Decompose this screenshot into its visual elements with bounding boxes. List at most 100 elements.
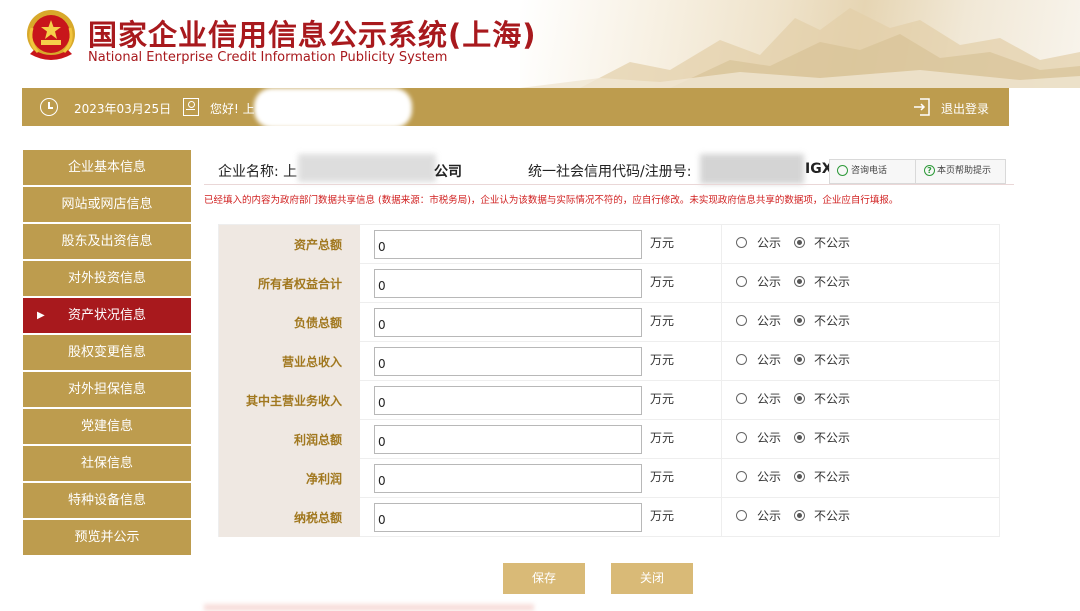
divider <box>721 225 722 264</box>
consult-phone-button[interactable]: 咨询电话 <box>830 160 916 183</box>
form-row: 其中主营业务收入 0 万元 公示 不公示 <box>219 381 999 420</box>
field-label: 利润总额 <box>219 420 360 459</box>
public-radio[interactable] <box>736 432 747 443</box>
public-label: 公示 <box>757 431 782 445</box>
unit-label: 万元 <box>650 314 675 328</box>
amount-input[interactable]: 0 <box>374 230 642 259</box>
not-public-radio[interactable] <box>794 315 805 326</box>
not-public-label: 不公示 <box>814 353 851 367</box>
not-public-label: 不公示 <box>814 470 851 484</box>
national-emblem-icon <box>24 8 78 66</box>
public-radio[interactable] <box>736 510 747 521</box>
public-radio[interactable] <box>736 471 747 482</box>
not-public-radio[interactable] <box>794 237 805 248</box>
amount-input[interactable]: 0 <box>374 347 642 376</box>
mountain-banner <box>520 0 1080 88</box>
page-help-button[interactable]: ? 本页帮助提示 <box>917 160 1005 183</box>
sidebar-item[interactable]: 股权变更信息 <box>23 335 191 370</box>
sidebar-item-label: 社保信息 <box>80 456 133 471</box>
not-public-radio[interactable] <box>794 354 805 365</box>
sidebar-item[interactable]: 社保信息 <box>23 446 191 481</box>
public-label: 公示 <box>757 353 782 367</box>
top-bar: 2023年03月25日 您好! 上 退出登录 <box>22 88 1009 128</box>
sidebar-item-label: 预览并公示 <box>74 530 140 545</box>
sidebar-item[interactable]: 网站或网店信息 <box>23 187 191 222</box>
public-label: 公示 <box>757 470 782 484</box>
sidebar-item-label: 股权变更信息 <box>67 345 146 360</box>
form-row: 营业总收入 0 万元 公示 不公示 <box>219 342 999 381</box>
public-label: 公示 <box>757 392 782 406</box>
credit-code-suffix: IGX\ <box>805 161 829 177</box>
sidebar-item[interactable]: 特种设备信息 <box>23 483 191 518</box>
site-title: 国家企业信用信息公示系统(上海) <box>88 18 537 52</box>
public-label: 公示 <box>757 314 782 328</box>
public-radio[interactable] <box>736 315 747 326</box>
sidebar-item-label: 党建信息 <box>80 419 133 434</box>
asset-form-table: 资产总额 0 万元 公示 不公示 所有者权益合计 0 万元 公示 不公示 负债总额 0 万元 公示 不公示营… <box>218 224 1000 537</box>
logout-icon[interactable] <box>912 97 932 117</box>
not-public-radio[interactable] <box>794 393 805 404</box>
field-label: 所有者权益合计 <box>219 264 360 303</box>
data-source-notice: 已经填入的内容为政府部门数据共享信息 (数据来源：市税务局)，企业认为该数据与实… <box>204 195 899 206</box>
sidebar-item[interactable]: 企业基本信息 <box>23 150 191 185</box>
field-label: 资产总额 <box>219 225 360 264</box>
not-public-label: 不公示 <box>814 509 851 523</box>
sidebar-item[interactable]: 对外投资信息 <box>23 261 191 296</box>
field-label: 营业总收入 <box>219 342 360 381</box>
logout-link[interactable]: 退出登录 <box>941 100 989 117</box>
sidebar-item[interactable]: 预览并公示 <box>23 520 191 555</box>
form-row: 纳税总额 0 万元 公示 不公示 <box>219 498 999 537</box>
close-button[interactable]: 关闭 <box>611 563 693 594</box>
redacted-area <box>700 154 804 184</box>
company-name-label: 企业名称: 上 <box>218 164 298 180</box>
amount-input[interactable]: 0 <box>374 386 642 415</box>
not-public-label: 不公示 <box>814 275 851 289</box>
current-date: 2023年03月25日 <box>74 102 172 116</box>
amount-input[interactable]: 0 <box>374 464 642 493</box>
not-public-radio[interactable] <box>794 432 805 443</box>
unit-label: 万元 <box>650 353 675 367</box>
unit-label: 万元 <box>650 470 675 484</box>
site-subtitle: National Enterprise Credit Information P… <box>88 50 448 65</box>
unit-label: 万元 <box>650 236 675 250</box>
save-button[interactable]: 保存 <box>503 563 585 594</box>
redacted-area <box>254 88 412 128</box>
amount-input[interactable]: 0 <box>374 308 642 337</box>
unit-label: 万元 <box>650 392 675 406</box>
user-icon <box>183 98 199 116</box>
page-header: 国家企业信用信息公示系统(上海) National Enterprise Cre… <box>0 0 1080 88</box>
clock-icon <box>40 98 58 116</box>
divider <box>721 342 722 381</box>
sidebar-item-label: 网站或网店信息 <box>61 197 153 212</box>
amount-input[interactable]: 0 <box>374 503 642 532</box>
not-public-label: 不公示 <box>814 236 851 250</box>
redacted-area <box>298 154 436 182</box>
sidebar-item[interactable]: 股东及出资信息 <box>23 224 191 259</box>
not-public-radio[interactable] <box>794 510 805 521</box>
sidebar-item[interactable]: 党建信息 <box>23 409 191 444</box>
public-radio[interactable] <box>736 354 747 365</box>
field-label: 负债总额 <box>219 303 360 342</box>
sidebar-item-label: 对外担保信息 <box>67 382 146 397</box>
public-label: 公示 <box>757 275 782 289</box>
amount-input[interactable]: 0 <box>374 269 642 298</box>
sidebar-item-label: 资产状况信息 <box>67 308 146 323</box>
not-public-label: 不公示 <box>814 314 851 328</box>
amount-input[interactable]: 0 <box>374 425 642 454</box>
unit-label: 万元 <box>650 431 675 445</box>
form-row: 负债总额 0 万元 公示 不公示 <box>219 303 999 342</box>
not-public-label: 不公示 <box>814 392 851 406</box>
sidebar-item[interactable]: ▶ 资产状况信息 <box>23 298 191 333</box>
consult-phone-label: 咨询电话 <box>851 166 888 176</box>
public-radio[interactable] <box>736 276 747 287</box>
public-radio[interactable] <box>736 237 747 248</box>
not-public-radio[interactable] <box>794 276 805 287</box>
active-arrow-icon: ▶ <box>37 310 45 321</box>
phone-icon <box>837 165 848 176</box>
public-radio[interactable] <box>736 393 747 404</box>
divider <box>721 264 722 303</box>
unit-label: 万元 <box>650 509 675 523</box>
unit-label: 万元 <box>650 275 675 289</box>
sidebar-item[interactable]: 对外担保信息 <box>23 372 191 407</box>
not-public-radio[interactable] <box>794 471 805 482</box>
